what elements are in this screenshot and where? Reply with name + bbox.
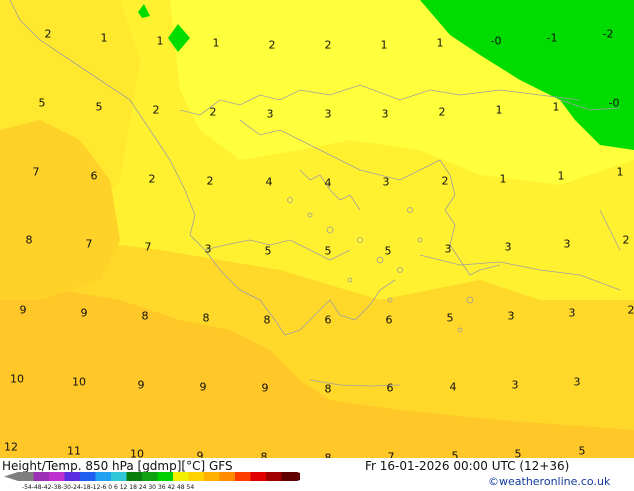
temp-label: 8 xyxy=(203,312,210,325)
temp-label: 10 xyxy=(10,373,24,386)
temp-label: 9 xyxy=(262,382,269,395)
temp-label: 2 xyxy=(269,39,276,52)
temp-label: 7 xyxy=(86,238,93,251)
temp-label: 2 xyxy=(153,104,160,117)
temperature-field xyxy=(0,0,634,458)
scale-segment xyxy=(251,472,267,481)
scale-segment xyxy=(80,472,96,481)
scale-segment xyxy=(34,472,50,481)
scale-segment xyxy=(189,472,205,481)
temp-label: 2 xyxy=(325,39,332,52)
scale-segment xyxy=(111,472,127,481)
temp-label: 1 xyxy=(553,101,560,114)
temp-label: -0 xyxy=(491,35,502,48)
credit-link[interactable]: ©weatheronline.co.uk xyxy=(488,475,610,488)
scale-segment xyxy=(49,472,65,481)
temp-label: 2 xyxy=(210,106,217,119)
temp-label: 12 xyxy=(4,441,18,454)
temp-label: -2 xyxy=(603,28,614,41)
temp-label: 6 xyxy=(91,170,98,183)
temp-label: 8 xyxy=(261,451,268,459)
temp-label: 2 xyxy=(623,234,630,247)
temp-label: 1 xyxy=(558,170,565,183)
temp-label: 9 xyxy=(20,304,27,317)
temp-label: 6 xyxy=(387,382,394,395)
temp-label: 9 xyxy=(197,450,204,459)
temp-label: 7 xyxy=(388,451,395,459)
temp-label: 3 xyxy=(267,108,274,121)
temp-label: 5 xyxy=(579,445,586,458)
temp-label: 8 xyxy=(26,234,33,247)
temp-label: 3 xyxy=(205,243,212,256)
temp-label: 10 xyxy=(72,376,86,389)
temp-label: 6 xyxy=(386,314,393,327)
temp-label: 1 xyxy=(437,37,444,50)
temp-label: 1 xyxy=(101,32,108,45)
temp-label: 2 xyxy=(207,175,214,188)
temp-label: 1 xyxy=(157,35,164,48)
temp-label: -1 xyxy=(547,32,558,45)
temp-label: 3 xyxy=(574,376,581,389)
scale-segment xyxy=(282,472,298,481)
color-scale-bar xyxy=(0,470,300,484)
temp-label: 5 xyxy=(265,245,272,258)
temp-label: 8 xyxy=(264,314,271,327)
temp-label: 8 xyxy=(325,383,332,396)
temp-label: 3 xyxy=(325,108,332,121)
temp-label: 2 xyxy=(628,304,634,317)
temp-label: 7 xyxy=(33,166,40,179)
scale-segment xyxy=(142,472,158,481)
temp-label: 5 xyxy=(447,312,454,325)
temp-label: 4 xyxy=(450,381,457,394)
temp-label: 5 xyxy=(325,245,332,258)
scale-segment xyxy=(220,472,236,481)
temp-label: 9 xyxy=(138,379,145,392)
scale-segment xyxy=(204,472,220,481)
temp-label: 3 xyxy=(383,176,390,189)
scale-segment xyxy=(173,472,189,481)
temp-label: 9 xyxy=(81,307,88,320)
temp-label: 3 xyxy=(512,379,519,392)
temp-label: 1 xyxy=(381,39,388,52)
temp-label: 5 xyxy=(96,101,103,114)
temp-label: 7 xyxy=(145,241,152,254)
temp-label: 3 xyxy=(564,238,571,251)
temp-label: 6 xyxy=(325,314,332,327)
scale-segment xyxy=(127,472,143,481)
temp-label: 5 xyxy=(39,97,46,110)
temp-label: 1 xyxy=(617,166,624,179)
temp-label: 2 xyxy=(442,175,449,188)
temp-label: 3 xyxy=(445,243,452,256)
temp-label: 5 xyxy=(515,448,522,459)
temp-label: 10 xyxy=(130,448,144,459)
temp-label: 1 xyxy=(213,37,220,50)
temp-label: 5 xyxy=(452,450,459,459)
temp-label: 1 xyxy=(500,173,507,186)
scale-segment xyxy=(96,472,112,481)
temp-label: 3 xyxy=(569,307,576,320)
temp-label: 11 xyxy=(67,445,81,458)
temp-label: 9 xyxy=(200,381,207,394)
temp-label: 3 xyxy=(508,310,515,323)
scale-segment xyxy=(235,472,251,481)
temp-label: 3 xyxy=(382,108,389,121)
scale-segment xyxy=(158,472,174,481)
temp-label: 5 xyxy=(385,245,392,258)
temp-label: -0 xyxy=(609,97,620,110)
weather-map: 2 1 1 1 2 2 1 1 -0 -1 -2 5 5 2 2 3 3 3 2… xyxy=(0,0,634,458)
valid-time: Fr 16-01-2026 00:00 UTC (12+36) xyxy=(365,459,569,473)
scale-segment xyxy=(266,472,282,481)
scale-arrow-left xyxy=(4,472,18,481)
temp-label: 3 xyxy=(505,241,512,254)
temp-label: 8 xyxy=(142,310,149,323)
temp-label: 2 xyxy=(45,28,52,41)
scale-segment xyxy=(18,472,34,481)
scale-arrow-right xyxy=(297,472,300,481)
temp-label: 4 xyxy=(325,177,332,190)
scale-segment xyxy=(65,472,81,481)
temp-label: 2 xyxy=(149,173,156,186)
temp-label: 2 xyxy=(439,106,446,119)
temp-label: 4 xyxy=(266,176,273,189)
temp-label: 1 xyxy=(496,104,503,117)
